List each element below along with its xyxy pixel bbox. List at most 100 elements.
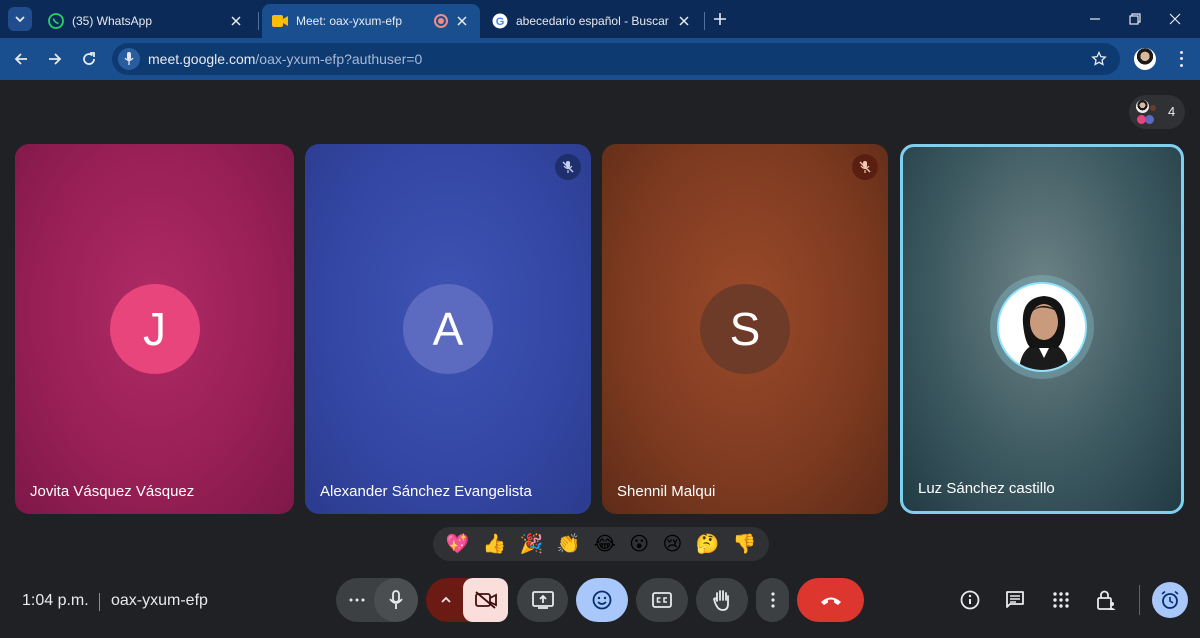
back-button[interactable] [10,48,32,70]
browser-menu-button[interactable] [1174,49,1188,69]
audio-settings-button[interactable] [346,590,368,610]
tab-whatsapp[interactable]: (35) WhatsApp [38,4,254,38]
apps-grid-icon [1053,592,1069,608]
site-info-button[interactable] [118,48,140,70]
present-screen-button[interactable] [517,578,568,622]
minimize-icon [1090,18,1100,20]
plus-icon [714,13,726,25]
activities-button[interactable] [1049,588,1073,612]
reaction-party[interactable]: 🎉 [520,534,544,554]
participant-tile[interactable]: J Jovita Vásquez Vásquez [15,144,294,514]
microphone-icon [389,590,403,609]
reaction-sad[interactable]: 😢 [662,534,682,554]
present-to-all-icon [531,591,554,609]
participant-avatar: A [403,284,493,374]
mic-off-icon [555,154,581,180]
google-icon: G [492,13,508,29]
more-vertical-icon [770,592,775,608]
close-window-button[interactable] [1164,8,1186,30]
video-settings-button[interactable] [436,590,456,610]
minimize-button[interactable] [1084,8,1106,30]
star-icon [1091,51,1107,66]
arrow-right-icon [49,53,62,65]
reaction-laugh[interactable]: 😂 [594,534,616,554]
close-icon[interactable] [454,13,470,29]
reaction-heart[interactable]: 💖 [446,534,470,554]
browser-toolbar: meet.google.com/oax-yxum-efp?authuser=0 [0,38,1200,80]
chevron-down-icon [15,16,25,23]
raise-hand-icon [713,590,729,611]
host-controls-button[interactable] [1094,588,1118,612]
divider [99,593,100,611]
svg-text:G: G [496,16,505,28]
leave-call-button[interactable] [797,578,864,622]
google-meet-icon [272,15,288,27]
video-off-icon [474,591,497,609]
browser-tab-strip: (35) WhatsApp Meet: oax-yxum-efp G abece… [0,0,1200,38]
microphone-control-group [336,578,418,622]
smiley-icon [592,590,612,610]
reload-button[interactable] [78,48,100,70]
url-path: /oax-yxum-efp?authuser=0 [255,51,423,67]
participant-avatar [1150,105,1156,111]
tab-meet[interactable]: Meet: oax-yxum-efp [262,4,480,38]
more-horizontal-icon [349,598,365,602]
tab-label: abecedario español - Buscar co [516,14,670,28]
tab-separator [258,12,259,30]
send-reaction-button[interactable] [576,578,628,622]
reaction-thumbs-down[interactable]: 👎 [733,534,757,554]
chat-icon [1006,591,1024,608]
reaction-thinking[interactable]: 🤔 [696,534,720,554]
raise-hand-button[interactable] [696,578,748,622]
new-tab-button[interactable] [710,9,730,29]
timer-button[interactable] [1152,582,1188,618]
address-bar[interactable]: meet.google.com/oax-yxum-efp?authuser=0 [112,43,1120,75]
participant-name: Luz Sánchez castillo [918,480,1055,497]
meeting-details-button[interactable] [958,588,982,612]
microphone-button[interactable] [374,578,418,622]
participants-button[interactable]: 4 [1129,95,1185,129]
captions-button[interactable] [636,578,688,622]
chevron-up-icon [441,596,451,603]
more-options-button[interactable] [756,578,789,622]
restore-icon [1129,13,1141,25]
participant-name: Alexander Sánchez Evangelista [320,483,532,500]
camera-button[interactable] [463,578,508,622]
close-icon[interactable] [676,13,692,29]
participant-tile[interactable]: A Alexander Sánchez Evangelista [305,144,591,514]
reactions-bar: 💖 👍 🎉 👏 😂 😮 😢 🤔 👎 [433,527,769,561]
participant-avatar [1136,100,1149,113]
chat-button[interactable] [1003,588,1027,612]
reload-icon [83,52,95,65]
participant-tile[interactable]: S Shennil Malqui [602,144,888,514]
reaction-thumbs-up[interactable]: 👍 [483,534,507,554]
camera-control-group [426,578,508,622]
info-icon [960,590,980,610]
tab-search-button[interactable] [8,7,32,31]
tab-separator [704,12,705,30]
call-end-icon [820,597,841,605]
reaction-clap[interactable]: 👏 [557,534,581,554]
meeting-code: oax-yxum-efp [111,592,208,609]
whatsapp-icon [48,13,64,29]
restore-button[interactable] [1124,8,1146,30]
profile-avatar[interactable] [1134,48,1156,70]
microphone-icon [124,52,134,65]
close-icon[interactable] [228,13,244,29]
url-text: meet.google.com/oax-yxum-efp?authuser=0 [148,51,422,67]
participant-photo [997,282,1087,372]
tab-label: (35) WhatsApp [72,14,153,28]
tab-google-search[interactable]: G abecedario español - Buscar co [482,4,702,38]
tab-label: Meet: oax-yxum-efp [296,14,403,28]
participant-avatar: J [109,284,200,374]
participant-avatar: S [700,284,790,374]
reaction-surprised[interactable]: 😮 [629,534,649,554]
mic-off-icon [852,154,878,180]
participant-tile-speaking[interactable]: Luz Sánchez castillo [900,144,1184,514]
forward-button[interactable] [44,48,66,70]
close-icon [1169,13,1181,25]
url-host: meet.google.com [148,51,256,67]
recording-icon [434,14,448,28]
bookmark-button[interactable] [1090,50,1108,68]
participant-count: 4 [1168,104,1176,119]
